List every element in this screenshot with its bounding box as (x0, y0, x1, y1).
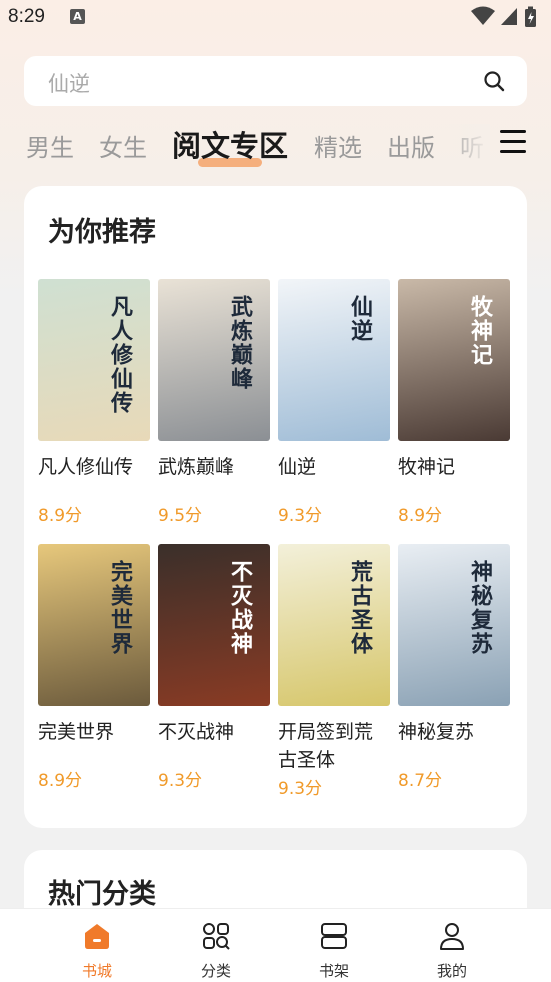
book-score: 9.3分 (158, 771, 203, 791)
home-icon (85, 924, 109, 949)
book-score: 8.9分 (398, 506, 443, 526)
nav-label: 分类 (200, 962, 231, 980)
nav-label: 书城 (81, 962, 112, 980)
book-cover-title: 完美世界 (107, 560, 133, 656)
search-icon[interactable] (483, 70, 505, 92)
book-score: 8.9分 (38, 771, 83, 791)
section-title: 为你推荐 (48, 217, 156, 248)
book-cover[interactable]: 荒古圣体 (278, 544, 390, 706)
nav-item-profile[interactable]: 我的 (412, 921, 492, 981)
book-cover-title: 凡人修仙传 (107, 295, 133, 415)
book-cover-title: 不灭战神 (227, 560, 253, 656)
profile-icon (440, 923, 464, 950)
tab-yuewen[interactable]: 阅文专区 (172, 123, 289, 167)
menu-icon[interactable] (500, 130, 526, 154)
nav-label: 书架 (318, 962, 349, 980)
nav-item-category[interactable]: 分类 (176, 921, 256, 981)
book-score: 8.9分 (38, 506, 83, 526)
book-cover[interactable]: 不灭战神 (158, 544, 270, 706)
tab-published[interactable]: 出版 (387, 128, 435, 163)
book-score: 9.3分 (278, 779, 323, 799)
book-title: 神秘复苏 (398, 721, 475, 743)
bottom-nav: 书城 分类 书架 我的 (0, 908, 551, 982)
tab-female[interactable]: 女生 (99, 128, 147, 163)
battery-icon (525, 6, 536, 27)
book-title: 牧神记 (398, 456, 456, 478)
book-item[interactable]: 荒古圣体开局签到荒古圣体 9.3分 (278, 544, 390, 799)
tab-yuewen-label: 阅文专区 (172, 129, 289, 163)
book-cover-title: 荒古圣体 (347, 560, 373, 656)
book-score: 8.7分 (398, 771, 443, 791)
book-cover-title: 武炼巅峰 (227, 295, 253, 391)
wifi-icon (471, 6, 495, 25)
book-title: 仙逆 (278, 456, 317, 478)
recommend-section: 为你推荐 凡人修仙传 凡人修仙传 8.9分 武炼巅峰 武炼巅峰 9.5分 仙逆 仙逆 9.3分牧… (24, 186, 527, 828)
book-title: 武炼巅峰 (158, 456, 235, 478)
search-bar[interactable]: 仙逆 (24, 56, 527, 106)
book-item[interactable]: 牧神记 牧神记 8.9分 (398, 279, 510, 526)
section-title: 热门分类 (48, 879, 156, 910)
book-score: 9.3分 (278, 506, 323, 526)
book-item[interactable]: 神秘复苏 神秘复苏 8.7分 (398, 544, 510, 791)
book-cover-title: 牧神记 (467, 295, 493, 367)
book-item[interactable]: 完美世界 完美世界 8.9分 (38, 544, 150, 791)
tab-male[interactable]: 男生 (26, 128, 74, 163)
book-title: 不灭战神 (158, 721, 235, 743)
book-cover[interactable]: 武炼巅峰 (158, 279, 270, 441)
book-item[interactable]: 不灭战神 不灭战神 9.3分 (158, 544, 270, 791)
book-title: 开局签到荒古圣体 (278, 721, 374, 771)
book-cover[interactable]: 牧神记 (398, 279, 510, 441)
tab-featured[interactable]: 精选 (314, 128, 362, 163)
status-bar: 8:29 A (0, 0, 551, 34)
signal-icon (501, 8, 517, 25)
book-title: 凡人修仙传 (38, 456, 134, 478)
book-item[interactable]: 凡人修仙传 凡人修仙传 8.9分 (38, 279, 150, 526)
nav-item-bookstore[interactable]: 书城 (57, 921, 137, 981)
bookshelf-icon (321, 923, 347, 949)
book-title: 完美世界 (38, 721, 115, 743)
book-cover-title: 仙逆 (347, 295, 373, 343)
book-cover[interactable]: 仙逆 (278, 279, 390, 441)
status-time: 8:29 (8, 6, 45, 27)
nav-item-bookshelf[interactable]: 书架 (294, 921, 374, 981)
book-cover[interactable]: 神秘复苏 (398, 544, 510, 706)
nav-label: 我的 (436, 962, 467, 980)
book-item[interactable]: 武炼巅峰 武炼巅峰 9.5分 (158, 279, 270, 526)
tabs-fade-overlay (440, 124, 490, 164)
book-item[interactable]: 仙逆 仙逆 9.3分 (278, 279, 390, 526)
book-cover[interactable]: 完美世界 (38, 544, 150, 706)
book-score: 9.5分 (158, 506, 203, 526)
book-cover-title: 神秘复苏 (467, 560, 493, 656)
notification-a-icon: A (70, 9, 85, 24)
search-placeholder: 仙逆 (48, 72, 90, 96)
category-icon (203, 923, 230, 950)
book-cover[interactable]: 凡人修仙传 (38, 279, 150, 441)
